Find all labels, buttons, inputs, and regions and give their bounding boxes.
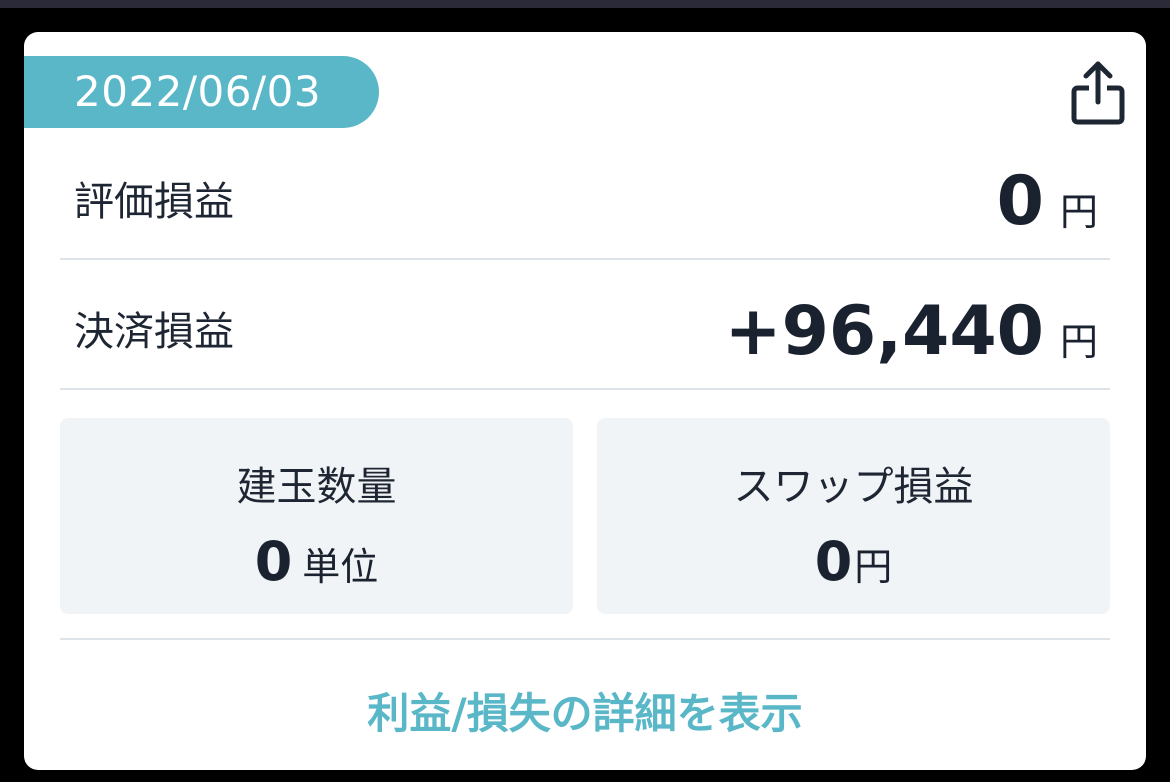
top-bar: [0, 0, 1170, 8]
settlement-value-group: +96,440 円: [725, 276, 1098, 388]
valuation-label: 評価損益: [74, 179, 234, 225]
valuation-row: 評価損益 0 円: [60, 146, 1110, 260]
position-label: 建玉数量: [236, 464, 397, 510]
swap-value: 0: [814, 530, 853, 593]
valuation-unit: 円: [1059, 189, 1098, 234]
swap-unit: 円: [854, 545, 893, 589]
swap-label: スワップ損益: [733, 464, 974, 510]
position-value: 0: [254, 530, 293, 593]
details-link[interactable]: 利益/損失の詳細を表示: [24, 680, 1146, 741]
position-tile: 建玉数量 0 単位: [60, 418, 573, 614]
settlement-value: +96,440: [724, 292, 1044, 371]
valuation-value: 0: [996, 162, 1044, 241]
settlement-row: 決済損益 +96,440 円: [60, 276, 1110, 390]
position-unit: 単位: [302, 545, 379, 589]
divider: [60, 638, 1110, 640]
swap-value-group: 0 円: [597, 530, 1110, 593]
share-button[interactable]: [1070, 60, 1126, 126]
swap-tile: スワップ損益 0 円: [597, 418, 1110, 614]
settlement-label: 決済損益: [74, 309, 234, 355]
valuation-value-group: 0 円: [997, 146, 1098, 258]
date-badge: 2022/06/03: [24, 56, 379, 128]
pl-summary-card: 2022/06/03 評価損益 0 円 決済損益 +96,440 円 建玉数量 …: [24, 32, 1146, 770]
share-icon: [1071, 61, 1125, 125]
settlement-unit: 円: [1059, 319, 1098, 364]
position-value-group: 0 単位: [60, 530, 573, 593]
